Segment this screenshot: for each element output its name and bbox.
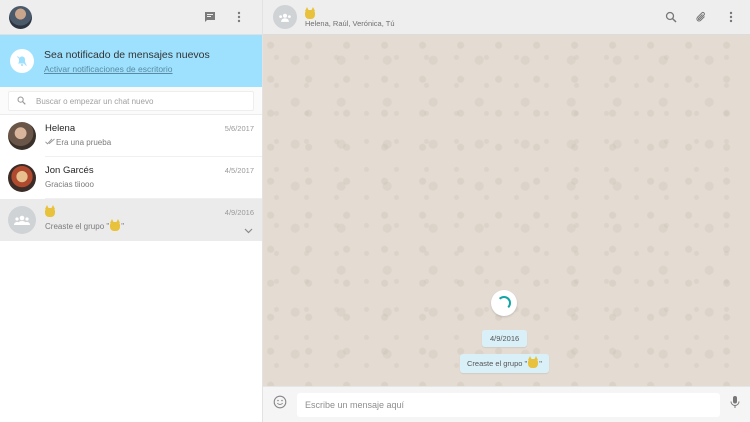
attach-icon[interactable]: [690, 6, 712, 28]
cat-emoji: [305, 7, 315, 20]
group-avatar[interactable]: [273, 5, 297, 29]
chat-date: 4/5/2017: [224, 166, 254, 175]
notification-title: Sea notificado de mensajes nuevos: [44, 48, 210, 61]
search-bar: [0, 87, 262, 115]
chevron-down-icon[interactable]: [244, 221, 253, 239]
emoji-icon[interactable]: [273, 395, 287, 414]
microphone-icon[interactable]: [730, 395, 740, 414]
search-input[interactable]: [36, 96, 236, 106]
chat-item-jon-garces[interactable]: Jon Garcés 4/5/2017 Gracias tiiooo: [0, 157, 262, 199]
menu-dots-icon[interactable]: [720, 6, 742, 28]
chat-item-group[interactable]: 4/9/2016 Creaste el grupo " ": [0, 199, 262, 241]
chat-preview-text: Era una prueba: [56, 138, 112, 147]
avatar: [8, 122, 36, 150]
whatsapp-web-app: Sea notificado de mensajes nuevos Activa…: [0, 0, 750, 422]
chat-preview-suffix: ": [121, 222, 125, 231]
avatar: [8, 164, 36, 192]
chat-preview-text: Gracias tiiooo: [45, 180, 94, 189]
bell-muted-icon: [10, 49, 34, 73]
loading-spinner: [491, 290, 517, 316]
notification-banner[interactable]: Sea notificado de mensajes nuevos Activa…: [0, 35, 262, 87]
chat-date: 4/9/2016: [224, 208, 254, 217]
message-input[interactable]: [297, 392, 720, 417]
system-message-suffix: ": [539, 359, 542, 368]
left-header: [0, 0, 262, 35]
double-check-icon: [45, 138, 56, 147]
date-divider: 4/9/2016: [482, 330, 528, 347]
profile-avatar[interactable]: [9, 5, 32, 29]
chat-item-helena[interactable]: Helena 5/6/2017 Era una prueba: [0, 115, 262, 157]
search-icon[interactable]: [660, 6, 682, 28]
search-icon: [17, 92, 26, 110]
cat-emoji: [528, 356, 539, 368]
chat-header[interactable]: Helena, Raúl, Verónica, Tú: [263, 0, 750, 35]
cat-emoji: [110, 219, 121, 231]
composer: [263, 386, 750, 422]
cat-emoji: [45, 204, 55, 217]
chat-name: Jon Garcés: [45, 165, 94, 176]
chat-name: Helena: [45, 123, 76, 134]
system-message: Creaste el grupo " ": [460, 354, 549, 373]
chat-preview-prefix: Creaste el grupo ": [45, 222, 110, 231]
menu-dots-icon[interactable]: [228, 6, 250, 28]
new-chat-icon[interactable]: [199, 6, 221, 28]
group-members: Helena, Raúl, Verónica, Tú: [305, 19, 395, 28]
chat-date: 5/6/2017: [224, 124, 254, 133]
chat-list-panel: Sea notificado de mensajes nuevos Activa…: [0, 0, 263, 422]
enable-notifications-link[interactable]: Activar notificaciones de escritorio: [44, 64, 210, 74]
group-icon: [8, 206, 36, 234]
conversation-panel: Helena, Raúl, Verónica, Tú 4/9/2016 Crea…: [263, 0, 750, 422]
message-area: 4/9/2016 Creaste el grupo " ": [263, 35, 750, 386]
system-message-prefix: Creaste el grupo ": [467, 359, 528, 368]
